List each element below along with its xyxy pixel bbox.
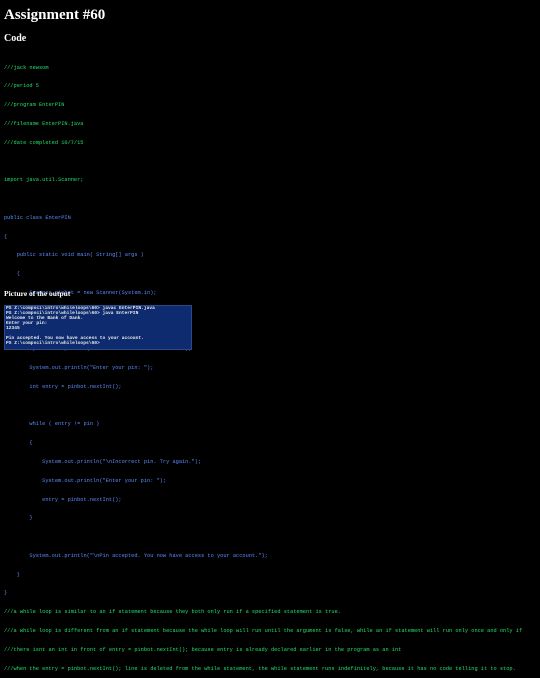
code-line: Scanner pinbot = new Scanner(System.in); [4, 289, 157, 296]
code-line: } [4, 515, 33, 522]
code-line: { [4, 440, 33, 447]
code-line: System.out.println("Enter your pin: "); [4, 477, 167, 484]
comment-line: ///date completed 10/7/15 [4, 139, 84, 146]
code-block: ///jack newsom ///period 5 ///program En… [4, 52, 522, 678]
code-line: public static void main( String[] args ) [4, 252, 144, 259]
comment-line: ///jack newsom [4, 64, 49, 71]
output-screenshot: PS Z:\compsci\intro\whileloops\60> javac… [4, 305, 192, 350]
output-heading: Picture of the output [4, 289, 71, 298]
console-line: PS Z:\compsci\intro\whileloops\60> [6, 341, 100, 346]
comment-line: ///a while loop is different from an if … [4, 627, 523, 634]
code-line: entry = pinbot.nextInt(); [4, 496, 122, 503]
comment-line: ///a while loop is similar to an if stat… [4, 609, 341, 616]
code-line: System.out.println("\nIncorrect pin. Try… [4, 458, 202, 465]
code-heading: Code [4, 33, 27, 44]
page-title: Assignment #60 [4, 7, 106, 23]
code-line: System.out.println("\nPin accepted. You … [4, 552, 268, 559]
code-line: { [4, 233, 8, 240]
comment-line: ///program EnterPIN [4, 102, 65, 109]
comment-line: ///filename EnterPIN.java [4, 120, 84, 127]
code-line: int entry = pinbot.nextInt(); [4, 383, 122, 390]
code-line: } [4, 571, 20, 578]
comment-line: ///when the entry = pinbot.nextInt(); li… [4, 665, 516, 672]
code-line: while ( entry != pin ) [4, 421, 100, 428]
code-line: { [4, 271, 20, 278]
import-line: import java.util.Scanner; [4, 177, 84, 184]
code-line: System.out.println("Enter your pin: "); [4, 365, 154, 372]
code-line: } [4, 590, 8, 597]
comment-line: ///there isnt an int in front of entry =… [4, 646, 402, 653]
code-line: public class EnterPIN [4, 214, 71, 221]
comment-line: ///period 5 [4, 83, 39, 90]
